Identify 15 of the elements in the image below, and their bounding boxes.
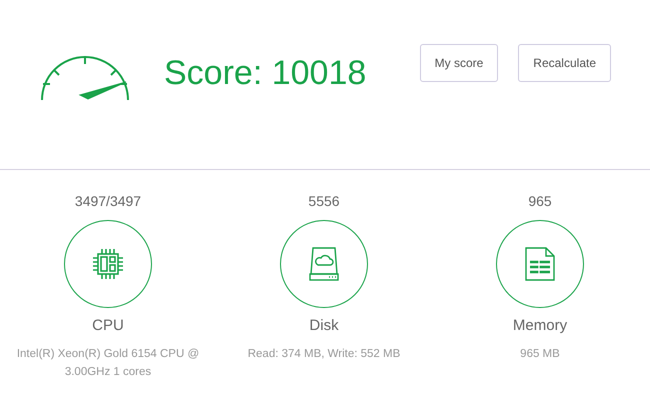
metric-detail: 965 MB [519, 347, 561, 362]
metric-score: 965 [528, 192, 552, 211]
metric-score: 3497/3497 [74, 192, 142, 211]
cloud-drive-icon [308, 247, 340, 281]
my-score-button[interactable]: My score [420, 44, 498, 82]
metric-detail: Read: 374 MB, Write: 552 MB [246, 347, 402, 362]
metric-detail: Intel(R) Xeon(R) Gold 6154 CPU @ 3.00GHz 1 cores [16, 347, 200, 380]
metric-name: Disk [309, 317, 339, 334]
metric-score: 5556 [308, 192, 340, 211]
cpu-chip-icon [92, 248, 124, 280]
recalculate-button[interactable]: Recalculate [518, 44, 611, 82]
score-text: Score: 10018 [164, 54, 366, 93]
document-icon [525, 247, 555, 281]
metric-name: CPU [92, 317, 124, 334]
metric-name: Memory [512, 317, 568, 334]
